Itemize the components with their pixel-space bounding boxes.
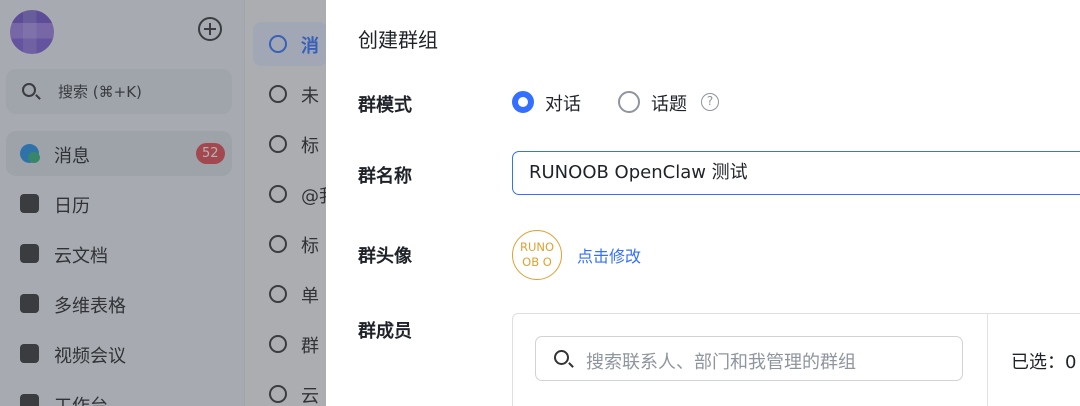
member-picker-divider bbox=[987, 314, 988, 406]
member-picker: 搜索联系人、部门和我管理的群组 已选：0 bbox=[512, 313, 1080, 406]
help-icon[interactable]: ? bbox=[701, 93, 719, 111]
selected-count: 已选：0 bbox=[1011, 352, 1077, 373]
search-icon bbox=[554, 350, 569, 365]
group-name-input[interactable]: RUNOOB OpenClaw 测试 bbox=[512, 151, 1080, 195]
group-name-label: 群名称 bbox=[358, 166, 412, 187]
edit-avatar-link[interactable]: 点击修改 bbox=[577, 243, 641, 267]
mode-chat-radio[interactable] bbox=[512, 91, 534, 113]
group-avatar-label: 群头像 bbox=[358, 246, 412, 267]
mode-topic-label[interactable]: 话题 bbox=[651, 90, 687, 116]
mode-topic-radio[interactable] bbox=[618, 91, 640, 113]
member-search-placeholder: 搜索联系人、部门和我管理的群组 bbox=[586, 352, 856, 373]
modal-overlay[interactable] bbox=[0, 0, 326, 406]
group-members-label: 群成员 bbox=[358, 321, 412, 342]
member-search-input[interactable]: 搜索联系人、部门和我管理的群组 bbox=[535, 336, 963, 381]
group-mode-label: 群模式 bbox=[358, 95, 412, 116]
group-avatar-text-line1: RUNO bbox=[519, 240, 555, 254]
mode-chat-label[interactable]: 对话 bbox=[545, 90, 581, 116]
dialog-title: 创建群组 bbox=[358, 28, 438, 52]
group-avatar[interactable]: RUNO OB O bbox=[512, 230, 562, 280]
group-avatar-text-line2: OB O bbox=[522, 255, 552, 269]
create-group-dialog: 创建群组 群模式 对话 话题 ? 群名称 RUNOOB OpenClaw 测试 … bbox=[326, 0, 1080, 406]
